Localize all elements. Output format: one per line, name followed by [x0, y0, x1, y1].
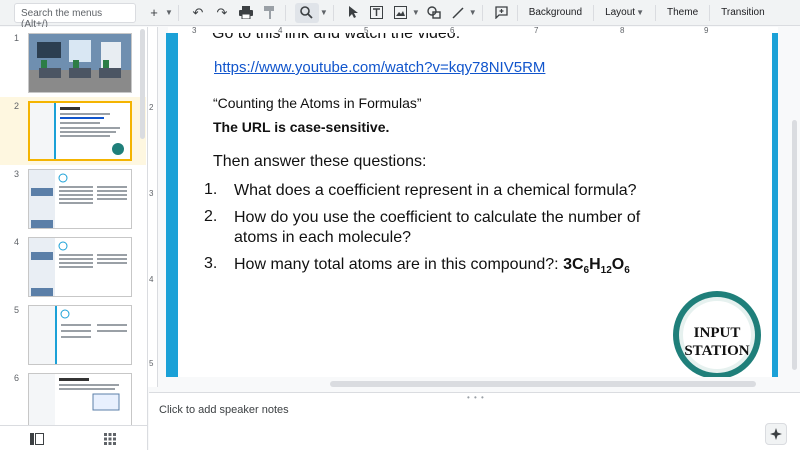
slide-number: 3 — [14, 169, 20, 179]
slide-number: 6 — [14, 373, 20, 383]
ruler-number: 2 — [149, 103, 154, 112]
url-note: The URL is case-sensitive. — [213, 119, 390, 135]
insert-image-icon[interactable] — [391, 3, 411, 23]
slide-accent-bar-right — [772, 33, 778, 377]
question-text-label: How many total atoms are in this compoun… — [234, 256, 559, 273]
undo-icon[interactable]: ↶ — [188, 3, 208, 23]
explore-icon[interactable] — [765, 423, 787, 445]
slide-thumbnail-5[interactable]: 5 — [0, 301, 146, 369]
formula-subscript: 12 — [600, 265, 612, 277]
add-comment-icon[interactable] — [492, 3, 512, 23]
toolbar-divider — [709, 4, 711, 21]
slide-thumbnail-3[interactable]: 3 — [0, 165, 146, 233]
slide-preview — [28, 169, 132, 229]
menu-search-input[interactable]: Search the menus (Alt+/) — [14, 2, 136, 30]
horizontal-scrollbar[interactable] — [330, 381, 756, 387]
formula-part: O — [611, 256, 625, 273]
toolbar-divider — [332, 4, 334, 21]
line-dropdown-icon[interactable]: ▼ — [469, 8, 477, 17]
notes-resize-handle[interactable]: • • • — [467, 393, 485, 402]
theme-button[interactable]: Theme — [667, 7, 698, 18]
filmstrip-footer — [0, 425, 148, 450]
redo-icon[interactable]: ↷ — [212, 3, 232, 23]
filmstrip-scrollbar[interactable] — [140, 29, 145, 139]
select-cursor-icon[interactable] — [343, 3, 363, 23]
slide-thumbnail-1[interactable]: 1 — [0, 29, 146, 97]
background-button[interactable]: Background — [529, 7, 582, 18]
slide-preview — [28, 373, 132, 425]
toolbar-divider — [177, 4, 179, 21]
ruler-number: 4 — [149, 275, 154, 284]
slide-filmstrip: 1 2 3 4 5 6 — [0, 27, 148, 425]
grid-view-icon[interactable] — [104, 432, 118, 445]
print-icon[interactable] — [236, 3, 256, 23]
slide-number: 5 — [14, 305, 20, 315]
questions-intro: Then answer these questions: — [213, 153, 427, 170]
badge-text-line1: INPUT — [694, 325, 741, 341]
input-station-badge: INPUT STATION — [673, 291, 761, 377]
question-text: How many total atoms are in this compoun… — [234, 255, 630, 281]
toolbar-divider — [481, 4, 483, 21]
slide-thumbnail-4[interactable]: 4 — [0, 233, 146, 301]
slide-thumbnail-6[interactable]: 6 — [0, 369, 146, 425]
question-text-continued: atoms in each molecule? — [234, 229, 411, 246]
slide-preview — [28, 237, 132, 297]
slide-preview — [28, 305, 132, 365]
line-icon[interactable] — [448, 3, 468, 23]
question-text: What does a coefficient represent in a c… — [234, 182, 637, 199]
slide-number: 4 — [14, 237, 20, 247]
video-title: “Counting the Atoms in Formulas” — [213, 95, 422, 111]
toolbar-divider — [516, 4, 518, 21]
instruction-text: Go to this link and watch the video: — [212, 33, 461, 42]
ruler-number: 5 — [149, 359, 154, 368]
speaker-notes-placeholder[interactable]: Click to add speaker notes — [159, 404, 289, 416]
slide-number: 2 — [14, 101, 20, 111]
formula-part: 3C — [563, 256, 584, 273]
filmstrip-view-icon[interactable] — [30, 432, 44, 445]
video-link[interactable]: https://www.youtube.com/watch?v=kqy78NIV… — [214, 59, 545, 76]
paint-format-icon[interactable] — [260, 3, 280, 23]
slide-accent-bar — [166, 33, 178, 377]
question-text: How do you use the coefficient to calcul… — [234, 209, 641, 226]
toolbar: Search the menus (Alt+/) + ▼ ↶ ↷ ▼ ▼ ▼ B… — [0, 0, 800, 30]
slide-preview — [28, 33, 132, 93]
new-slide-dropdown-icon[interactable]: ▼ — [165, 8, 173, 17]
chemical-formula: 3C6H12O6 — [563, 256, 630, 277]
question-number: 2. — [204, 208, 218, 225]
slides-editor: Search the menus (Alt+/) + ▼ ↶ ↷ ▼ ▼ ▼ B… — [0, 0, 800, 450]
toolbar-divider — [284, 4, 286, 21]
formula-part: H — [589, 256, 601, 273]
ruler-number: 3 — [149, 189, 154, 198]
slide-preview — [28, 101, 132, 161]
slide-thumbnail-2[interactable]: 2 — [0, 97, 146, 165]
layout-button[interactable]: Layout▼ — [605, 7, 644, 18]
question-number: 1. — [204, 181, 218, 198]
zoom-icon[interactable] — [294, 2, 319, 23]
image-dropdown-icon[interactable]: ▼ — [412, 8, 420, 17]
layout-label: Layout — [605, 7, 636, 18]
current-slide[interactable]: Go to this link and watch the video: htt… — [166, 33, 778, 377]
shape-icon[interactable] — [424, 3, 444, 23]
zoom-dropdown-icon[interactable]: ▼ — [320, 8, 328, 17]
layout-dropdown-icon: ▼ — [636, 8, 645, 17]
vertical-scrollbar[interactable] — [792, 120, 797, 370]
badge-text-line2: STATION — [684, 343, 749, 359]
formula-subscript: 6 — [624, 265, 630, 277]
question-number: 3. — [204, 255, 218, 272]
transition-button[interactable]: Transition — [721, 7, 765, 18]
toolbar-divider — [655, 4, 657, 21]
new-slide-button[interactable]: + — [144, 3, 164, 23]
speaker-notes-panel[interactable]: • • • Click to add speaker notes — [149, 392, 800, 450]
toolbar-divider — [593, 4, 595, 21]
text-box-icon[interactable] — [367, 3, 387, 23]
vertical-ruler: 2 3 4 5 — [148, 27, 158, 387]
slide-number: 1 — [14, 33, 20, 43]
